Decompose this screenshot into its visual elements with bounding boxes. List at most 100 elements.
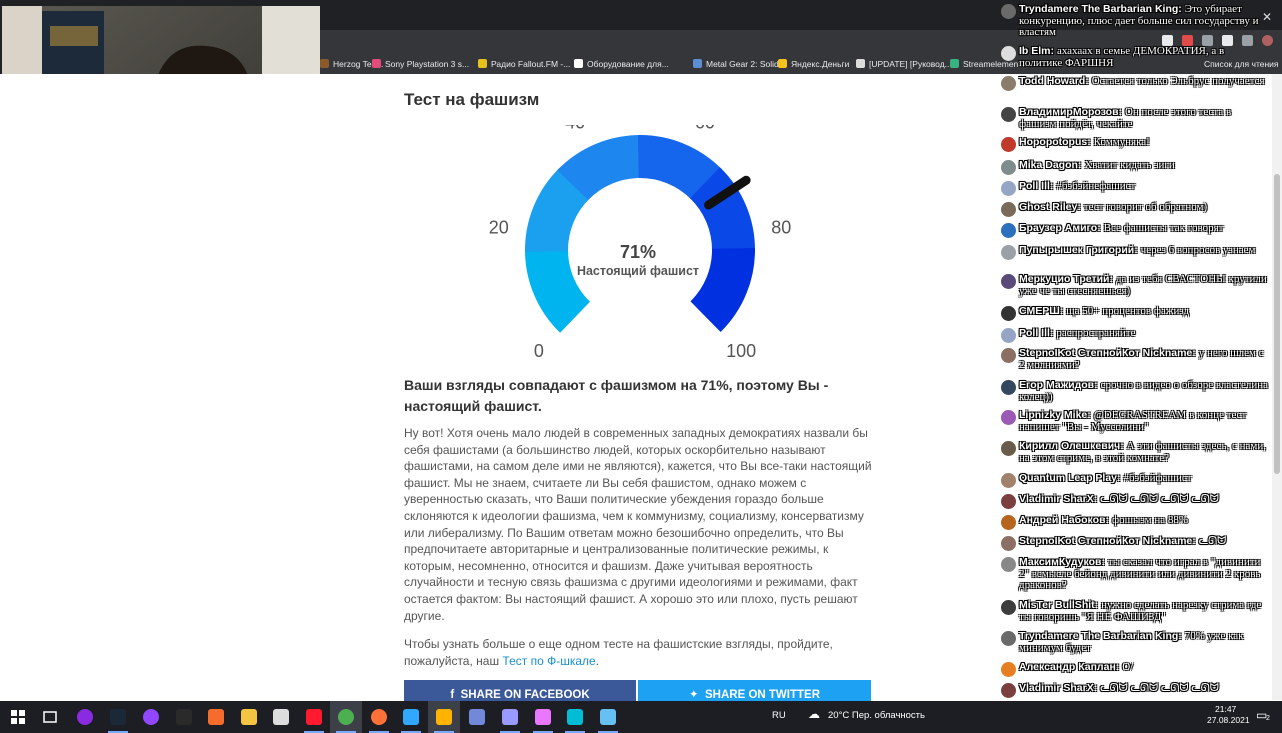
bookmark-item[interactable]: Sony Playstation 3 s...	[372, 57, 469, 71]
app-yellow-icon[interactable]	[436, 709, 452, 725]
chrome-icon[interactable]	[338, 709, 354, 725]
chat-message: МаксимКудуков: ты сказал что играл в "ди…	[998, 556, 1268, 592]
bookmark-item[interactable]: Радио Fallout.FM -...	[478, 57, 570, 71]
gauge-svg: 0 20 40 60 80 100 71% Настоящий фашист	[489, 113, 792, 362]
chat-message: Александр Каплан: О/	[998, 661, 1268, 677]
avatar	[1001, 245, 1016, 260]
weather-icon[interactable]: ☁	[808, 707, 820, 721]
gauge-tick-label: 60	[695, 125, 715, 133]
gauge-tick-label: 80	[771, 218, 791, 238]
scrollbar-thumb[interactable]	[1274, 174, 1280, 474]
bookmark-icon	[320, 59, 329, 68]
bookmark-item[interactable]: Яндекс.Деньги	[778, 57, 849, 71]
chat-message: Hopopotopus: Коммуняка!	[998, 136, 1268, 152]
clock-date[interactable]: 27.08.2021	[1207, 715, 1250, 725]
app-teal-icon[interactable]	[567, 709, 583, 725]
chat-username: Tryndamere The Barbarian King:	[1019, 630, 1182, 642]
page-scrollbar[interactable]	[1272, 74, 1282, 700]
weather-widget[interactable]: 20°C Пер. облачность	[828, 710, 925, 721]
after-effects-icon[interactable]	[502, 709, 518, 725]
bookmark-icon	[574, 59, 583, 68]
avatar	[1001, 410, 1016, 425]
firefox-icon[interactable]	[371, 709, 387, 725]
opera-icon[interactable]	[306, 709, 322, 725]
app-clock-icon[interactable]	[273, 709, 289, 725]
bookmark-label: Sony Playstation 3 s...	[385, 59, 470, 69]
chat-message: Меркуцио Третий: да из тебя СВАСТОНЫ кру…	[998, 273, 1268, 297]
task-view-icon[interactable]	[42, 709, 58, 725]
chat-username: Poll Ill:	[1019, 180, 1054, 192]
chat-line: МаксимКудуков: ты сказал что играл в "ди…	[1019, 556, 1268, 592]
result-gauge: 0 20 40 60 80 100 71% Настоящий фашист	[480, 113, 800, 365]
input-language[interactable]: RU	[772, 710, 786, 721]
premiere-icon[interactable]	[535, 709, 551, 725]
bookmark-item[interactable]: Оборудование для...	[574, 57, 669, 71]
avatar	[1001, 274, 1016, 289]
steam-2-icon[interactable]	[600, 709, 616, 725]
gauge-segment	[525, 248, 590, 333]
f-scale-test-link[interactable]: Тест по Ф-шкале	[502, 654, 595, 668]
chat-message: СМЕРШ: ща 50+ процентов фажизд	[998, 305, 1268, 321]
chat-message: Ghost Riley: тест говорит об обратном)	[998, 201, 1268, 217]
share-facebook-button[interactable]: f SHARE ON FACEBOOK	[404, 680, 636, 702]
chat-line: Poll Ill: #бэбэйнефашист	[1019, 180, 1268, 193]
bookmark-item[interactable]: Metal Gear 2: Solid...	[693, 57, 786, 71]
bookmark-icon	[856, 59, 865, 68]
bookmark-icon	[950, 59, 959, 68]
epic-games-icon[interactable]	[176, 709, 192, 725]
steam-icon[interactable]	[110, 709, 126, 725]
origin-icon[interactable]	[208, 709, 224, 725]
facebook-icon: f	[450, 689, 461, 701]
share-twitter-button[interactable]: ✦ SHARE ON TWITTER	[638, 680, 871, 702]
chat-text: Остается только Эльбрус получается	[1091, 75, 1265, 87]
chat-line: Lipnizky Mike: @DEGRASTREAM в конце тест…	[1019, 409, 1268, 433]
avatar	[1001, 348, 1016, 363]
chat-username: Mika Dagon:	[1019, 159, 1082, 171]
chat-message: Todd Howard: Остается только Эльбрус пол…	[998, 75, 1268, 91]
app-purple-icon[interactable]	[143, 709, 159, 725]
more-info-prefix: Чтобы узнать больше о еще одном тесте на…	[404, 637, 833, 668]
gauge-result-label: Настоящий фашист	[577, 264, 699, 278]
chat-text: ᓚᘏᗢ ᓚᘏᗢ ᓚᘏᗢ ᓚᘏᗢ	[1100, 493, 1219, 505]
chat-message: Vladimir SharX: ᓚᘏᗢ ᓚᘏᗢ ᓚᘏᗢ ᓚᘏᗢ	[998, 493, 1268, 509]
photoshop-icon[interactable]	[403, 709, 419, 725]
chat-line: MisTer BullShit: нужно сделать нарезку с…	[1019, 599, 1268, 623]
gauge-percent: 71%	[620, 242, 656, 262]
chat-message: Poll Ill: распространяйте	[998, 327, 1268, 343]
chat-message: Poll Ill: #бэбэйнефашист	[998, 180, 1268, 196]
chat-username: StepnoIKot СтепнойКот Nickname:	[1019, 535, 1196, 547]
avatar	[1001, 306, 1016, 321]
avatar	[1001, 631, 1016, 646]
windows-taskbar: RU ☁ 20°C Пер. облачность 21:47 27.08.20…	[0, 701, 1282, 733]
chat-message: Mika Dagon: Хватит кидать зиги	[998, 159, 1268, 175]
chat-username: Tryndamere The Barbarian King:	[1019, 3, 1182, 15]
chat-username: Quantum Leap Play:	[1019, 472, 1121, 484]
chat-username: СМЕРШ:	[1019, 305, 1064, 317]
chat-username: Poll Ill:	[1019, 327, 1054, 339]
chat-line: Tryndamere The Barbarian King: Это убира…	[1019, 3, 1268, 39]
cortana-icon[interactable]	[77, 709, 93, 725]
chat-line: Todd Howard: Остается только Эльбрус пол…	[1019, 75, 1268, 88]
avatar	[1001, 600, 1016, 615]
explorer-icon[interactable]	[241, 709, 257, 725]
avatar	[1001, 76, 1016, 91]
start-button-icon[interactable]	[10, 709, 26, 725]
avatar	[1001, 515, 1016, 530]
gauge-tick-label: 0	[534, 341, 544, 361]
chat-line: StepnoIKot СтепнойКот Nickname: у него ш…	[1019, 347, 1268, 371]
chat-message: MisTer BullShit: нужно сделать нарезку с…	[998, 599, 1268, 623]
avatar	[1001, 683, 1016, 698]
clock-time[interactable]: 21:47	[1215, 704, 1236, 714]
app-discord-icon[interactable]	[469, 709, 485, 725]
avatar	[1001, 107, 1016, 122]
bookmark-item[interactable]: [UPDATE] [Руковод...	[856, 57, 952, 71]
close-icon[interactable]: ✕	[1262, 10, 1272, 24]
chat-text: Коммуняка!	[1093, 136, 1150, 148]
chat-username: Lipnizky Mike:	[1019, 409, 1091, 421]
gauge-tick-label: 40	[565, 125, 585, 133]
chat-text: ᓚᘏᗢ	[1198, 535, 1227, 547]
avatar	[1001, 202, 1016, 217]
chat-text: через 6 вопросов узнаем	[1140, 244, 1256, 256]
chat-text: #бэбэйнефашист	[1056, 180, 1136, 192]
chat-message: Браузер Амиго: Все фашисты так говорят	[998, 222, 1268, 238]
